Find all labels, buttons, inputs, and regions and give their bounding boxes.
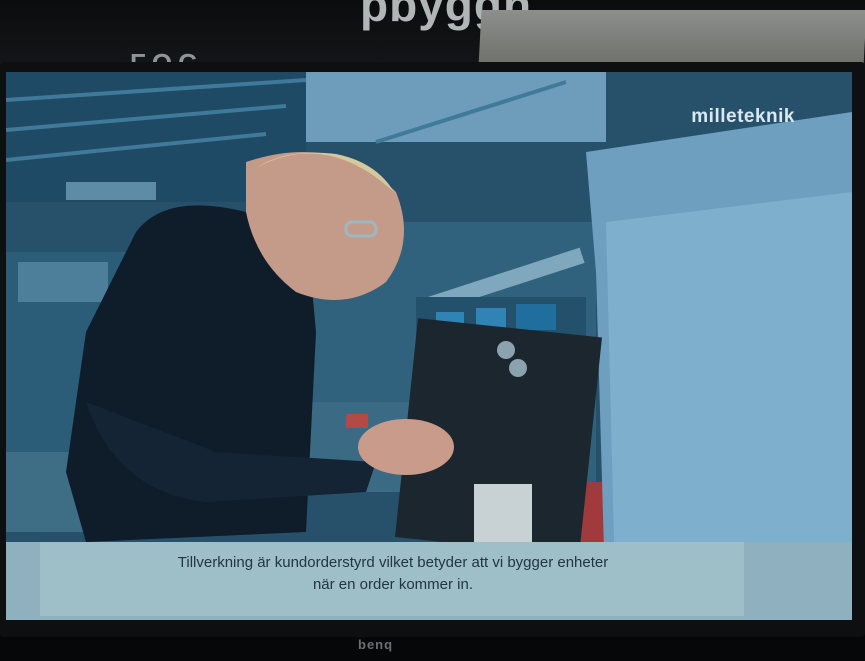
subtitle-text: Tillverkning är kundorderstyrd vilket be… [60,552,726,596]
unit-connector [509,359,527,377]
factory-scene-illustration [6,72,852,620]
worker-hand [358,419,454,475]
shelf-box [18,262,108,302]
ceiling-lamp [66,182,156,200]
bin-blue [516,304,556,330]
subtitle-line-2: när en order kommer in. [312,576,474,593]
unit-label [474,484,532,546]
red-part [346,414,368,428]
subtitle-line-1: Tillverkning är kundorderstyrd vilket be… [177,554,609,571]
whiteboard-edge [478,10,865,66]
unit-connector [497,341,515,359]
monitor-screen [6,72,852,620]
monitor-brand-logo: benq [358,637,394,652]
brand-logo: milleteknik [691,106,795,127]
photo-scene: pbyggn FOC [0,0,865,661]
